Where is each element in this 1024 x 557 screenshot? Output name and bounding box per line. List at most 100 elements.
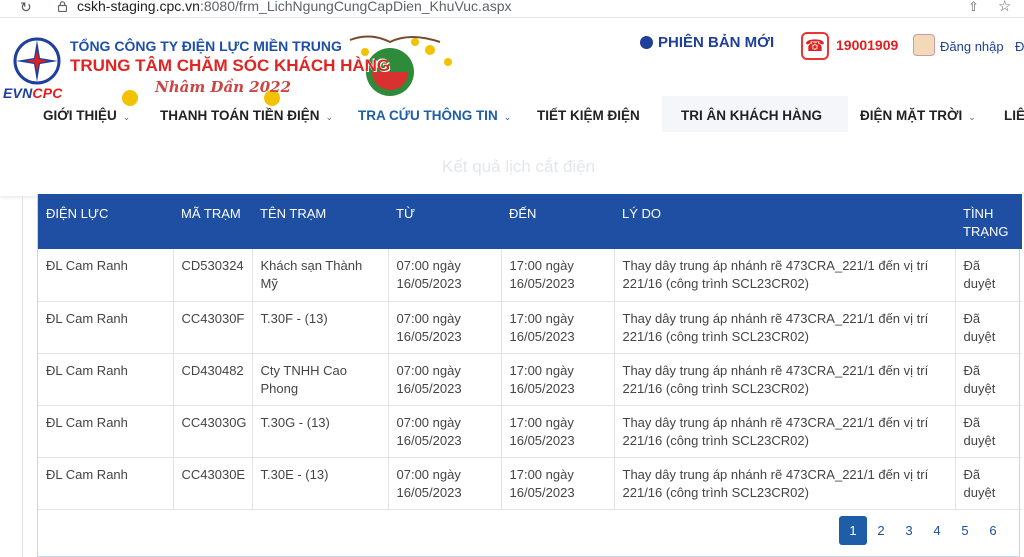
company-name: TỔNG CÔNG TY ĐIỆN LỰC MIỀN TRUNG — [70, 38, 342, 54]
column-header[interactable]: TỪ — [388, 194, 501, 249]
nav-item-label: TIẾT KIỆM ĐIỆN — [537, 108, 640, 123]
column-header[interactable]: LÝ DO — [614, 194, 955, 249]
cell-dien-luc: ĐL Cam Ranh — [38, 353, 174, 406]
cell-ten-tram: Cty TNHH Cao Phong — [252, 353, 389, 406]
page-button[interactable]: 3 — [895, 516, 923, 545]
pagination: 1 2 3 4 5 6 — [839, 516, 1007, 545]
phone-icon[interactable]: ☎ — [801, 32, 829, 60]
cell-tu: 07:00 ngày 16/05/2023 — [388, 353, 502, 406]
cell-den: 17:00 ngày 16/05/2023 — [501, 405, 615, 458]
cell-ma-tram: CD530324 — [173, 249, 253, 302]
chevron-down-icon: ⌄ — [503, 112, 512, 122]
logo-text: EVNCPC — [3, 85, 63, 101]
login-link[interactable]: Đăng nhập — [940, 39, 1004, 54]
nav-item-tra-cuu[interactable]: TRA CỨU THÔNG TIN ⌄ — [358, 108, 511, 123]
outage-schedule-table: ĐIỆN LỰC MÃ TRẠM TÊN TRẠM TỪ ĐẾN LÝ DO T… — [38, 194, 1022, 510]
table-row: ĐL Cam Ranh CC43030G T.30G - (13) 07:00 … — [38, 405, 1022, 458]
logo-text-evn: EVN — [3, 85, 33, 101]
chevron-down-icon: ⌄ — [968, 112, 976, 122]
evn-logo-icon[interactable] — [12, 36, 62, 86]
nav-item-tri-an[interactable]: TRI ÂN KHÁCH HÀNG — [681, 108, 822, 123]
nav-item-thanh-toan[interactable]: THANH TOÁN TIỀN ĐIỆN ⌄ — [160, 108, 333, 123]
hotline-number[interactable]: 19001909 — [836, 37, 898, 53]
cell-tinh-trang: Đã duyệt — [955, 249, 1022, 302]
column-header[interactable]: MÃ TRẠM — [173, 194, 252, 249]
chevron-down-icon: ⌄ — [325, 112, 334, 122]
cell-tu: 07:00 ngày 16/05/2023 — [388, 457, 502, 510]
cell-ma-tram: CC43030F — [173, 301, 253, 354]
table-row: ĐL Cam Ranh CC43030F T.30F - (13) 07:00 … — [38, 301, 1022, 354]
nav-item-label: LIÊ — [1004, 108, 1024, 123]
lock-icon[interactable] — [58, 1, 67, 12]
page-button-current[interactable]: 1 — [839, 516, 867, 545]
new-version-link[interactable]: PHIÊN BẢN MỚI — [640, 34, 774, 51]
cell-tinh-trang: Đã duyệt — [955, 457, 1022, 510]
table-row: ĐL Cam Ranh CD530324 Khách sạn Thành Mỹ … — [38, 249, 1022, 302]
page-button[interactable]: 6 — [979, 516, 1007, 545]
logo-text-cpc: CPC — [32, 85, 63, 101]
cell-ly-do: Thay dây trung áp nhánh rẽ 473CRA_221/1 … — [614, 405, 956, 458]
cell-den: 17:00 ngày 16/05/2023 — [501, 301, 615, 354]
site-header: EVNCPC TỔNG CÔNG TY ĐIỆN LỰC MIỀN TRUNG … — [0, 18, 1024, 196]
section-title: Kết quả lịch cắt điện — [442, 157, 596, 176]
cell-ten-tram: T.30E - (13) — [252, 457, 389, 510]
reload-icon[interactable]: ↻ — [20, 0, 32, 14]
nav-item-label: TRI ÂN KHÁCH HÀNG — [681, 108, 822, 123]
cell-ten-tram: T.30G - (13) — [252, 405, 389, 458]
cell-tu: 07:00 ngày 16/05/2023 — [388, 405, 502, 458]
cell-ma-tram: CC43030G — [173, 405, 253, 458]
nav-item-tiet-kiem[interactable]: TIẾT KIỆM ĐIỆN — [537, 108, 640, 123]
cell-tu: 07:00 ngày 16/05/2023 — [388, 249, 502, 302]
column-header[interactable]: TÌNH TRẠNG — [955, 194, 1022, 249]
nav-item-lien-he[interactable]: LIÊ — [1004, 108, 1024, 123]
nav-item-dien-mat-troi[interactable]: ĐIỆN MẶT TRỜI ⌄ — [860, 108, 976, 123]
cell-tinh-trang: Đã duyệt — [955, 353, 1022, 406]
cell-dien-luc: ĐL Cam Ranh — [38, 249, 174, 302]
user-avatar-icon[interactable] — [913, 34, 935, 56]
url-path: :8080/frm_LichNgungCungCapDien_KhuVuc.as… — [199, 0, 512, 14]
cell-dien-luc: ĐL Cam Ranh — [38, 457, 174, 510]
cell-ma-tram: CC43030E — [173, 457, 253, 510]
url-host: cskh-staging.cpc.vn — [77, 0, 200, 14]
url-field[interactable]: cskh-staging.cpc.vn:8080/frm_LichNgungCu… — [77, 0, 512, 14]
banner-year-text: Nhâm Dần 2022 — [155, 78, 292, 96]
cell-dien-luc: ĐL Cam Ranh — [38, 405, 174, 458]
center-name: TRUNG TÂM CHĂM SÓC KHÁCH HÀNG — [70, 56, 391, 75]
cell-ly-do: Thay dây trung áp nhánh rẽ 473CRA_221/1 … — [614, 353, 956, 406]
cell-ten-tram: Khách sạn Thành Mỹ — [252, 249, 389, 302]
nav-item-label: THANH TOÁN TIỀN ĐIỆN — [160, 108, 320, 123]
page-button[interactable]: 2 — [867, 516, 895, 545]
cell-ly-do: Thay dây trung áp nhánh rẽ 473CRA_221/1 … — [614, 249, 956, 302]
nav-item-label: ĐIỆN MẶT TRỜI — [860, 108, 963, 123]
cell-dien-luc: ĐL Cam Ranh — [38, 301, 174, 354]
column-header[interactable]: TÊN TRẠM — [252, 194, 388, 249]
cell-tu: 07:00 ngày 16/05/2023 — [388, 301, 502, 354]
column-header[interactable]: ĐIỆN LỰC — [38, 194, 173, 249]
content-left-border — [22, 196, 23, 557]
cell-den: 17:00 ngày 16/05/2023 — [501, 457, 615, 510]
register-link-partial[interactable]: Đ — [1015, 39, 1024, 54]
table-row: ĐL Cam Ranh CD430482 Cty TNHH Cao Phong … — [38, 353, 1022, 406]
cell-den: 17:00 ngày 16/05/2023 — [501, 249, 615, 302]
browser-address-bar: ↻ cskh-staging.cpc.vn:8080/frm_LichNgung… — [0, 0, 1024, 18]
cell-tinh-trang: Đã duyệt — [955, 405, 1022, 458]
table-header-row: ĐIỆN LỰC MÃ TRẠM TÊN TRẠM TỪ ĐẾN LÝ DO T… — [38, 194, 1022, 249]
cell-ly-do: Thay dây trung áp nhánh rẽ 473CRA_221/1 … — [614, 301, 956, 354]
cell-tinh-trang: Đã duyệt — [955, 301, 1022, 354]
cell-ly-do: Thay dây trung áp nhánh rẽ 473CRA_221/1 … — [614, 457, 956, 510]
chevron-down-icon: ⌄ — [122, 112, 131, 122]
nav-item-label: GIỚI THIỆU — [43, 108, 117, 123]
bookmark-star-icon[interactable]: ☆ — [998, 0, 1011, 15]
new-version-label: PHIÊN BẢN MỚI — [658, 34, 775, 51]
table-row: ĐL Cam Ranh CC43030E T.30E - (13) 07:00 … — [38, 457, 1022, 510]
globe-icon — [640, 36, 653, 49]
share-icon[interactable]: ⇧ — [968, 0, 979, 15]
cell-ma-tram: CD430482 — [173, 353, 253, 406]
page-button[interactable]: 5 — [951, 516, 979, 545]
column-header[interactable]: ĐẾN — [501, 194, 614, 249]
nav-item-gioi-thieu[interactable]: GIỚI THIỆU ⌄ — [43, 108, 130, 123]
cell-ten-tram: T.30F - (13) — [252, 301, 389, 354]
page-button[interactable]: 4 — [923, 516, 951, 545]
nav-item-label: TRA CỨU THÔNG TIN — [358, 108, 498, 123]
cell-den: 17:00 ngày 16/05/2023 — [501, 353, 615, 406]
